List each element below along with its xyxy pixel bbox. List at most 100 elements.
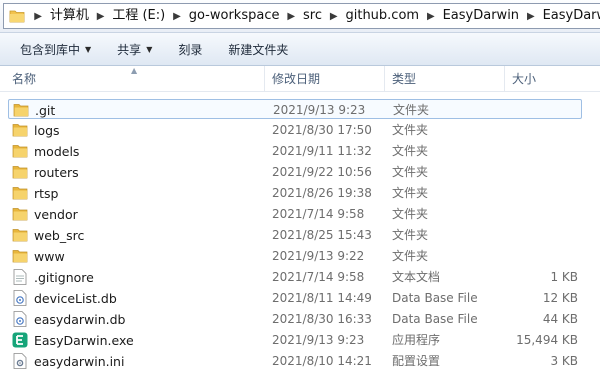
file-row[interactable]: EasyDarwin.exe 2021/9/13 9:23 应用程序 15,494 K…	[8, 330, 582, 350]
breadcrumb[interactable]: ▶ 计算机 ▶ 工程 (E:) ▶ go-workspace ▶ src ▶ g…	[3, 3, 600, 29]
file-type: Data Base File	[392, 312, 478, 326]
file-date: 2021/9/22 10:56	[272, 165, 372, 179]
folder-icon	[12, 206, 28, 222]
share-label: 共享	[117, 42, 142, 57]
file-name-cell[interactable]: easydarwin.db	[12, 309, 125, 329]
file-name-cell[interactable]: .gitignore	[12, 267, 94, 287]
file-name-cell[interactable]: web_src	[12, 225, 84, 245]
folder-icon	[12, 227, 28, 243]
column-header-name[interactable]: 名称	[5, 66, 265, 92]
file-name: .git	[35, 102, 56, 118]
file-name-cell[interactable]: .git	[13, 100, 55, 120]
file-row[interactable]: www 2021/9/13 9:22 文件夹	[8, 246, 582, 266]
file-type: 文件夹	[392, 144, 429, 158]
file-name: .gitignore	[34, 269, 94, 285]
file-type: 文件夹	[392, 207, 429, 221]
file-name-cell[interactable]: deviceList.db	[12, 288, 117, 308]
ini-settings-icon	[12, 353, 28, 369]
file-date: 2021/8/30 17:50	[272, 123, 372, 137]
new-folder-button[interactable]: 新建文件夹	[222, 37, 294, 61]
file-name: web_src	[34, 227, 85, 243]
file-name-cell[interactable]: easydarwin.ini	[12, 351, 124, 371]
file-date: 2021/7/14 9:58	[272, 270, 365, 284]
file-name: easydarwin.db	[34, 311, 126, 327]
breadcrumb-chevron-icon[interactable]: ▶	[29, 4, 47, 28]
breadcrumb-drive[interactable]: 工程 (E:)	[109, 4, 168, 28]
file-date: 2021/8/10 14:21	[272, 354, 372, 368]
file-type: 文件夹	[392, 186, 429, 200]
folder-icon	[12, 122, 28, 138]
breadcrumb-go-workspace[interactable]: go-workspace	[186, 4, 283, 28]
folder-icon	[12, 185, 28, 201]
folder-icon	[12, 248, 28, 264]
file-row[interactable]: logs 2021/8/30 17:50 文件夹	[8, 120, 582, 140]
file-row[interactable]: models 2021/9/11 11:32 文件夹	[8, 141, 582, 161]
file-size: 1 KB	[550, 270, 578, 284]
file-size: 3 KB	[550, 354, 578, 368]
file-row[interactable]: .git 2021/9/13 9:23 文件夹	[8, 99, 582, 119]
breadcrumb-computer[interactable]: 计算机	[47, 4, 92, 28]
file-name-cell[interactable]: logs	[12, 120, 60, 140]
burn-button[interactable]: 刻录	[172, 37, 208, 61]
dropdown-arrow-icon: ▼	[146, 44, 153, 54]
file-name-cell[interactable]: routers	[12, 162, 79, 182]
file-date: 2021/9/13 9:22	[272, 249, 365, 263]
breadcrumb-chevron-icon[interactable]: ▶	[168, 4, 186, 28]
file-name-cell[interactable]: www	[12, 246, 65, 266]
file-name: logs	[34, 122, 60, 138]
file-date: 2021/8/30 16:33	[272, 312, 372, 326]
file-row[interactable]: easydarwin.db 2021/8/30 16:33 Data Base Fi…	[8, 309, 582, 329]
share-button[interactable]: 共享 ▼	[111, 37, 158, 61]
breadcrumb-github[interactable]: github.com	[342, 4, 422, 28]
file-row[interactable]: web_src 2021/8/25 15:43 文件夹	[8, 225, 582, 245]
file-size: 15,494 KB	[516, 333, 578, 347]
file-name: vendor	[34, 206, 78, 222]
breadcrumb-chevron-icon[interactable]: ▶	[92, 4, 110, 28]
file-row[interactable]: deviceList.db 2021/8/11 14:49 Data Base Fi…	[8, 288, 582, 308]
file-row[interactable]: routers 2021/9/22 10:56 文件夹	[8, 162, 582, 182]
column-header-date[interactable]: 修改日期	[265, 66, 385, 92]
file-size: 44 KB	[542, 312, 578, 326]
file-row[interactable]: vendor 2021/7/14 9:58 文件夹	[8, 204, 582, 224]
breadcrumb-chevron-icon[interactable]: ▶	[422, 4, 440, 28]
file-name-cell[interactable]: EasyDarwin.exe	[12, 330, 134, 350]
include-in-library-label: 包含到库中	[20, 42, 81, 57]
file-row[interactable]: rtsp 2021/8/26 19:38 文件夹	[8, 183, 582, 203]
breadcrumb-chevron-icon[interactable]: ▶	[522, 4, 540, 28]
file-name: easydarwin.ini	[34, 353, 125, 369]
file-date: 2021/8/25 15:43	[272, 228, 372, 242]
breadcrumb-src[interactable]: src	[300, 4, 325, 28]
address-folder-icon[interactable]	[4, 4, 29, 28]
file-name: rtsp	[34, 185, 59, 201]
new-folder-label: 新建文件夹	[228, 42, 289, 57]
breadcrumb-easydarwin-parent[interactable]: EasyDarwin	[440, 4, 522, 28]
address-bar: ▶ 计算机 ▶ 工程 (E:) ▶ go-workspace ▶ src ▶ g…	[0, 0, 600, 33]
file-type: 文件夹	[392, 249, 429, 263]
file-name-cell[interactable]: rtsp	[12, 183, 59, 203]
file-row[interactable]: .gitignore 2021/7/14 9:58 文本文档 1 KB	[8, 267, 582, 287]
file-type: 配置设置	[392, 354, 441, 368]
dropdown-arrow-icon: ▼	[85, 44, 92, 54]
breadcrumb-chevron-icon[interactable]: ▶	[325, 4, 343, 28]
file-date: 2021/8/11 14:49	[272, 291, 372, 305]
exe-app-icon	[12, 332, 28, 348]
command-toolbar: 包含到库中 ▼ 共享 ▼ 刻录 新建文件夹	[0, 33, 600, 66]
file-type: 文件夹	[393, 103, 430, 117]
file-type: 文本文档	[392, 270, 441, 284]
burn-label: 刻录	[178, 42, 203, 57]
file-row[interactable]: easydarwin.ini 2021/8/10 14:21 配置设置 3 KB	[8, 351, 582, 371]
breadcrumb-easydarwin-current[interactable]: EasyDarwin	[540, 4, 600, 28]
file-date: 2021/9/13 9:23	[273, 103, 366, 117]
breadcrumb-chevron-icon[interactable]: ▶	[282, 4, 300, 28]
column-header-type[interactable]: 类型	[385, 66, 505, 92]
column-header-size[interactable]: 大小	[505, 66, 600, 92]
file-type: Data Base File	[392, 291, 478, 305]
file-type: 文件夹	[392, 228, 429, 242]
file-name-cell[interactable]: models	[12, 141, 79, 161]
folder-icon	[12, 143, 28, 159]
file-name-cell[interactable]: vendor	[12, 204, 78, 224]
file-date: 2021/9/11 11:32	[272, 144, 372, 158]
folder-icon	[12, 164, 28, 180]
text-file-icon	[12, 269, 28, 285]
include-in-library-button[interactable]: 包含到库中 ▼	[14, 37, 97, 61]
